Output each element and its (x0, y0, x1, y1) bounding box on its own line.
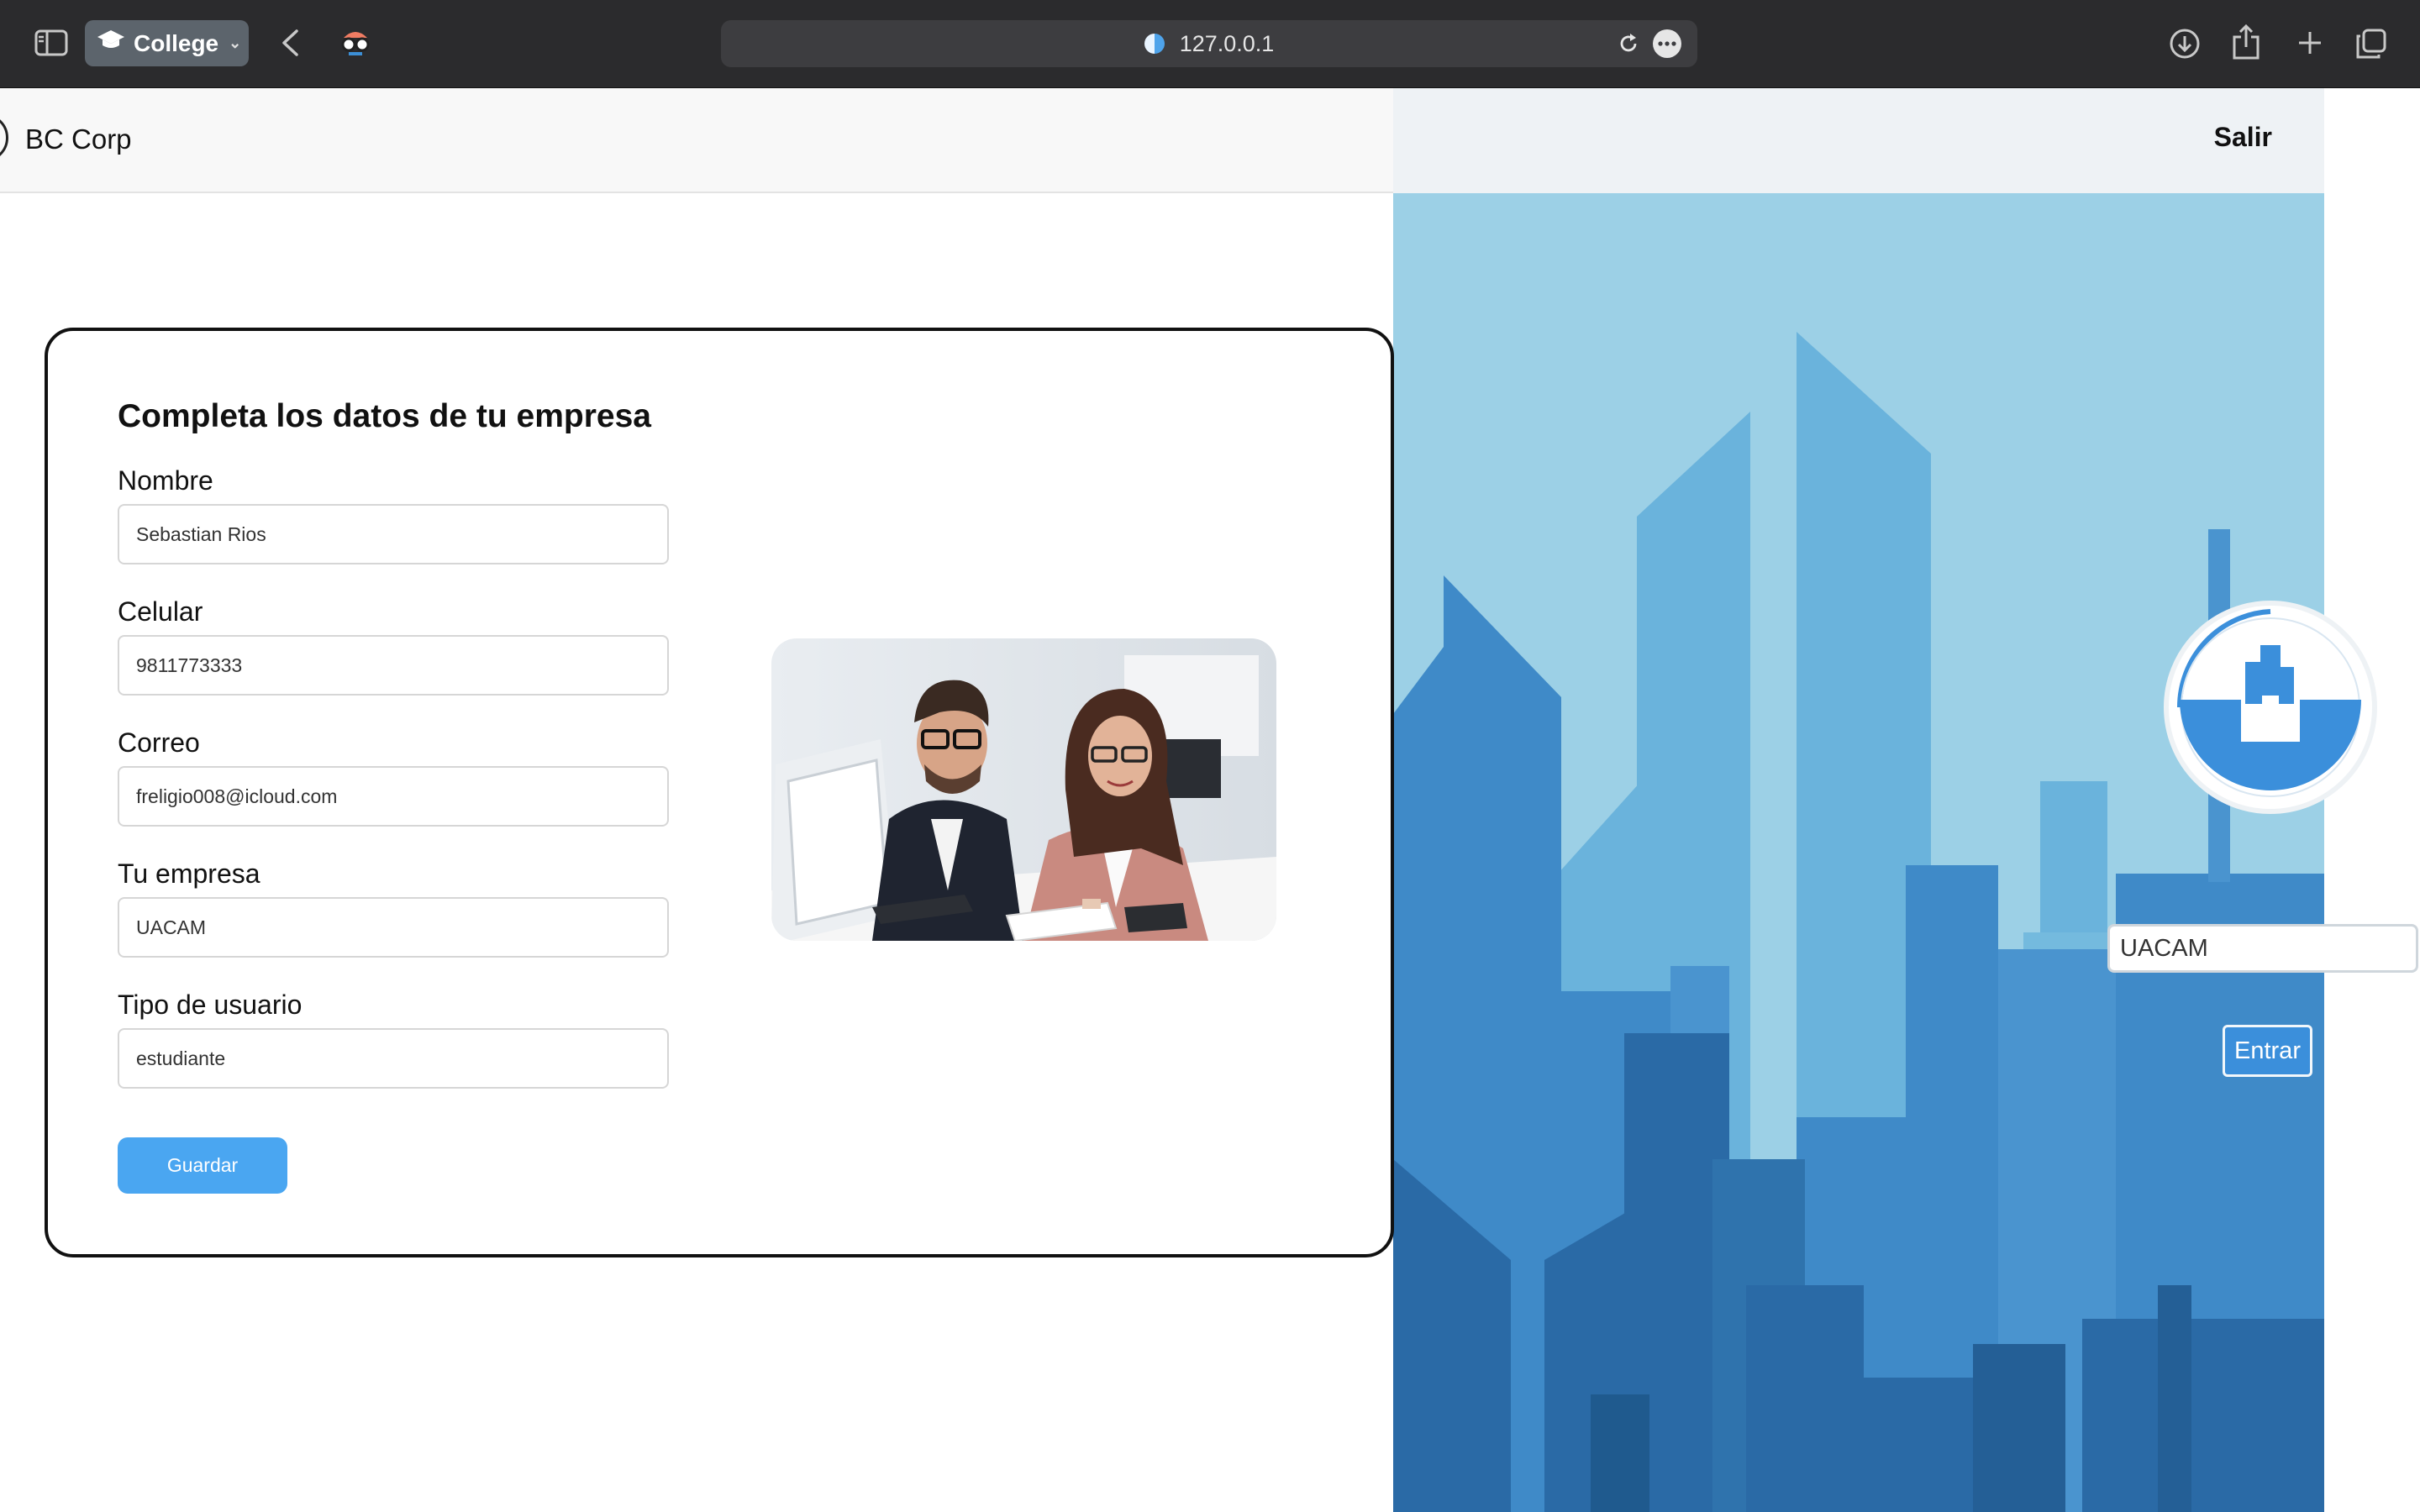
form-title: Completa los datos de tu empresa (118, 398, 651, 434)
download-icon[interactable] (2166, 25, 2203, 62)
brand-name[interactable]: BC Corp (25, 123, 132, 155)
profile-label: College (134, 29, 219, 56)
user-type-field[interactable] (118, 1028, 669, 1089)
plus-icon[interactable] (2292, 25, 2328, 60)
back-arrow-icon[interactable] (273, 25, 307, 60)
company-label: Tu empresa (118, 858, 260, 889)
logout-link[interactable]: Salir (2214, 122, 2272, 153)
reload-icon[interactable] (1612, 27, 1645, 60)
graduation-cap-icon (97, 29, 125, 58)
profile-switcher[interactable]: College ⌄ (85, 20, 249, 66)
email-label: Correo (118, 727, 200, 758)
company-input[interactable] (2107, 924, 2418, 973)
phone-field[interactable] (118, 635, 669, 696)
share-icon[interactable] (2228, 22, 2264, 62)
right-panel-header: Salir (1393, 88, 2324, 193)
city-skyline-background (1393, 193, 2324, 1512)
phone-label: Celular (118, 596, 203, 627)
name-label: Nombre (118, 465, 213, 496)
name-field[interactable] (118, 504, 669, 564)
brand-logo[interactable] (0, 113, 8, 162)
site-icon (1144, 34, 1165, 54)
chevron-down-icon: ⌄ (229, 34, 242, 51)
sidebar-icon[interactable] (32, 28, 71, 58)
office-photo (771, 638, 1276, 941)
company-logo-icon (2161, 595, 2380, 822)
email-field[interactable] (118, 766, 669, 827)
more-icon[interactable] (1650, 27, 1684, 60)
url-text: 127.0.0.1 (1179, 30, 1275, 56)
enter-button[interactable]: Entrar (2223, 1025, 2312, 1077)
extension-icon[interactable] (336, 24, 375, 62)
company-field[interactable] (118, 897, 669, 958)
company-form-card: Completa los datos de tu empresa Nombre … (45, 328, 1394, 1257)
address-bar[interactable]: 127.0.0.1 (721, 20, 1697, 67)
app-header: BC Corp (0, 88, 1393, 193)
tabs-icon[interactable] (2353, 25, 2390, 62)
user-type-label: Tipo de usuario (118, 990, 302, 1020)
save-button[interactable]: Guardar (118, 1137, 287, 1194)
browser-toolbar: College ⌄ 127.0.0.1 (0, 0, 2420, 88)
